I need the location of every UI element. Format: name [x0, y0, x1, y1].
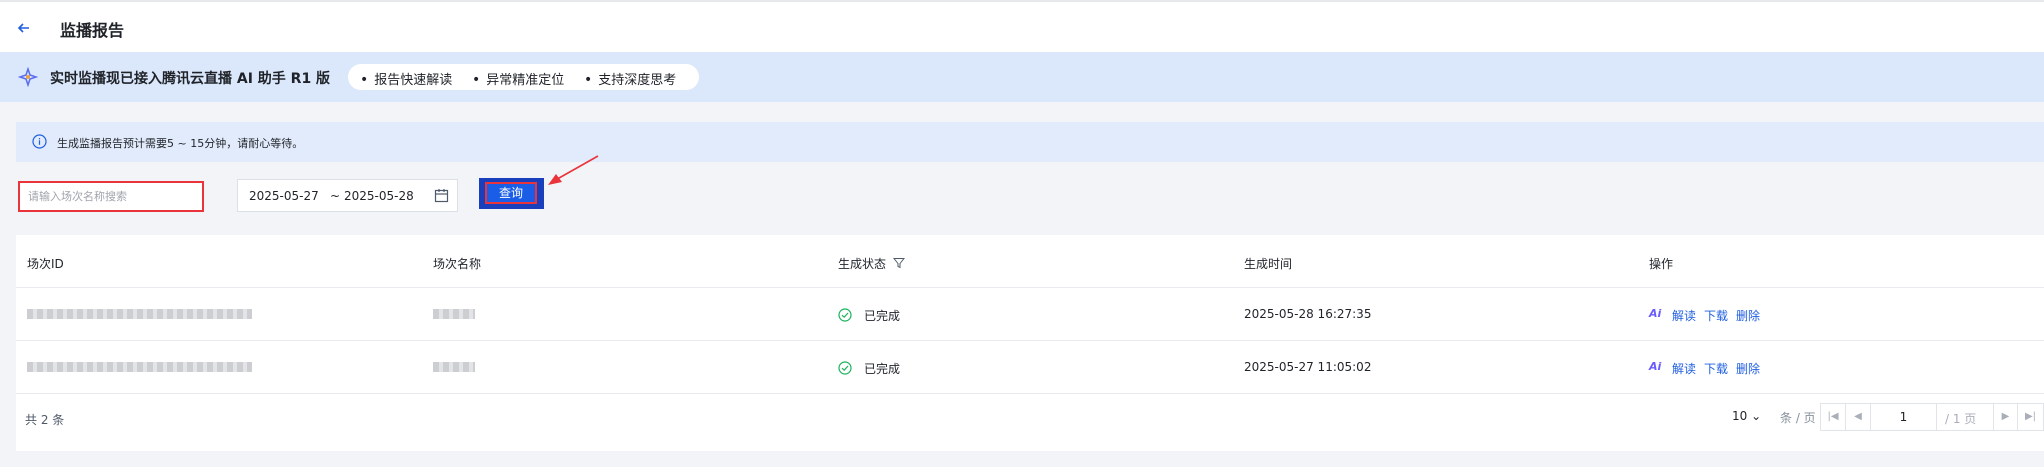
ai-icon[interactable]: Ai: [1649, 360, 1661, 373]
interpret-link[interactable]: 解读: [1672, 307, 1696, 324]
feature-item: 支持深度思考: [584, 69, 676, 88]
banner-text: 实时监播现已接入腾讯云直播 AI 助手 R1 版: [50, 71, 331, 87]
query-button-highlight: 查询: [479, 178, 544, 209]
date-start[interactable]: 2025-05-27: [249, 189, 319, 203]
divider: [16, 287, 2044, 288]
ai-icon[interactable]: Ai: [1649, 307, 1661, 320]
ai-banner: 实时监播现已接入腾讯云直播 AI 助手 R1 版 报告快速解读 异常精准定位 支…: [0, 52, 2044, 102]
chevron-down-icon: ⌄: [1751, 409, 1762, 423]
divider: [16, 340, 2044, 341]
page-size-select[interactable]: 10 ⌄: [1732, 409, 1761, 423]
check-circle-icon: [838, 361, 852, 375]
feature-pill: 报告快速解读 异常精准定位 支持深度思考: [348, 64, 699, 90]
status-text: 已完成: [864, 309, 901, 323]
feature-item: 报告快速解读: [360, 69, 452, 88]
delete-link[interactable]: 删除: [1736, 307, 1760, 324]
column-header: 生成时间: [1244, 257, 1293, 271]
notice-text: 生成监播报告预计需要5 ~ 15分钟，请耐心等待。: [57, 137, 304, 150]
column-header: 操作: [1649, 257, 1674, 271]
column-header: 场次ID: [27, 257, 64, 271]
first-page-icon[interactable]: |◀: [1821, 404, 1846, 430]
last-page-icon[interactable]: ▶|: [2018, 404, 2043, 430]
date-separator: ~: [330, 189, 341, 203]
prev-page-icon[interactable]: ◀: [1846, 404, 1871, 430]
page-title: 监播报告: [60, 21, 125, 40]
download-link[interactable]: 下载: [1704, 307, 1728, 324]
interpret-link[interactable]: 解读: [1672, 360, 1696, 377]
search-input[interactable]: [20, 183, 202, 210]
divider: [16, 393, 2044, 394]
blurred-session-id: [27, 362, 252, 372]
top-bar: 监播报告: [0, 0, 2044, 52]
pagination: |◀ ◀ 1 / 1 页 ▶ ▶|: [1820, 403, 2044, 431]
search-box: [18, 181, 204, 212]
download-link[interactable]: 下载: [1704, 360, 1728, 377]
next-page-icon[interactable]: ▶: [1993, 404, 2018, 430]
filter-icon[interactable]: [892, 257, 906, 269]
feature-item: 异常精准定位: [472, 69, 564, 88]
date-end[interactable]: 2025-05-28: [344, 189, 414, 203]
column-header: 生成状态: [838, 257, 887, 271]
blurred-session-name: [433, 309, 475, 319]
report-table: 场次ID 场次名称 生成状态 生成时间 操作 已完成 2025-05-28 16…: [16, 235, 2044, 451]
info-notice: 生成监播报告预计需要5 ~ 15分钟，请耐心等待。: [16, 122, 2044, 162]
query-button[interactable]: 查询: [485, 182, 537, 204]
column-header: 场次名称: [433, 257, 482, 271]
sparkle-logo-icon: [17, 66, 39, 88]
page-size-value: 10: [1732, 409, 1748, 423]
generated-time: 2025-05-27 11:05:02: [1244, 360, 1372, 374]
info-icon: [32, 134, 47, 149]
calendar-icon[interactable]: [434, 188, 449, 203]
generated-time: 2025-05-28 16:27:35: [1244, 307, 1372, 321]
check-circle-icon: [838, 308, 852, 322]
date-range-picker[interactable]: 2025-05-27 ~ 2025-05-28: [237, 179, 458, 212]
status-text: 已完成: [864, 362, 901, 376]
total-count: 共 2 条: [25, 413, 65, 427]
per-page-label: 条 / 页: [1780, 411, 1816, 425]
total-pages: / 1 页: [1945, 412, 1977, 426]
blurred-session-id: [27, 309, 252, 319]
blurred-session-name: [433, 362, 475, 372]
annotation-arrow-icon: [548, 155, 599, 185]
arrow-left-icon[interactable]: [14, 18, 34, 38]
page-input[interactable]: 1: [1871, 404, 1937, 430]
delete-link[interactable]: 删除: [1736, 360, 1760, 377]
